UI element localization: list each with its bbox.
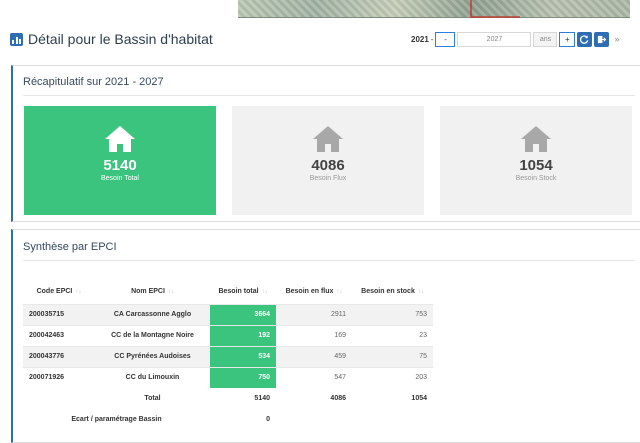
refresh-icon[interactable] xyxy=(577,31,593,47)
decrease-button[interactable]: - xyxy=(435,31,456,47)
kpi-value: 5140 xyxy=(103,157,137,174)
sort-icon: ↑↓ xyxy=(167,289,174,296)
sort-icon: ↑↓ xyxy=(417,289,424,296)
recap-panel: Récapitulatif sur 2021 - 2027 5140 Besoi… xyxy=(11,65,640,222)
year-start: 2021 xyxy=(411,34,429,44)
kpi-card-besoin-flux[interactable]: 4086 Besoin Flux xyxy=(232,106,424,215)
table-row[interactable]: 200042463 CC de la Montagne Noire 192 16… xyxy=(23,324,433,346)
synthese-title: Synthèse par EPCI xyxy=(23,241,117,253)
kpi-label: Besoin Flux xyxy=(309,175,347,182)
column-header-code[interactable]: Code EPCI ↑↓ xyxy=(23,280,95,304)
bar-chart-icon xyxy=(10,32,23,46)
home-icon xyxy=(313,126,343,152)
kpi-value: 4086 xyxy=(311,157,345,174)
sort-icon: ↑↓ xyxy=(75,289,82,296)
page-header: Détail pour le Bassin d'habitat 2021 - -… xyxy=(10,27,636,51)
increase-button[interactable]: + xyxy=(559,31,576,47)
sort-icon: ↑↓ xyxy=(261,289,268,296)
column-header-stock[interactable]: Besoin en stock ↑↓ xyxy=(352,280,433,304)
synthese-panel: Synthèse par EPCI Code EPCI ↑↓ Nom EPCI ↑↓… xyxy=(11,229,640,443)
table-row[interactable]: 200071926 CC du Limouxin 750 547 203 xyxy=(23,366,433,388)
epci-table: Code EPCI ↑↓ Nom EPCI ↑↓ Besoin total ↑↓ Be… xyxy=(23,280,433,430)
home-icon xyxy=(105,126,135,152)
column-header-total[interactable]: Besoin total ↑↓ xyxy=(210,280,276,304)
map-region-outline xyxy=(470,0,520,18)
table-header-row: Code EPCI ↑↓ Nom EPCI ↑↓ Besoin total ↑↓ Be… xyxy=(23,280,433,304)
expand-more-icon[interactable]: » xyxy=(614,34,619,44)
unit-label: ans xyxy=(533,31,558,47)
recap-title: Récapitulatif sur 2021 - 2027 xyxy=(23,76,164,88)
sort-icon: ↑↓ xyxy=(336,289,343,296)
column-header-flux[interactable]: Besoin en flux ↑↓ xyxy=(276,280,352,304)
table-row[interactable]: 200043776 CC Pyrénées Audoises 534 459 7… xyxy=(23,345,433,367)
column-header-nom[interactable]: Nom EPCI ↑↓ xyxy=(95,280,210,304)
year-end-input[interactable]: 2027 xyxy=(457,31,532,47)
kpi-card-besoin-stock[interactable]: 1054 Besoin Stock xyxy=(440,106,632,215)
ecart-row: Ecart / paramétrage Bassin 0 xyxy=(71,416,270,423)
map-strip xyxy=(0,0,640,18)
kpi-card-besoin-total[interactable]: 5140 Besoin Total xyxy=(24,106,216,215)
kpi-value: 1054 xyxy=(519,157,553,174)
total-row: Total 5140 4086 1054 xyxy=(144,395,427,402)
map-preview[interactable] xyxy=(238,0,630,18)
kpi-label: Besoin Stock xyxy=(515,175,557,182)
table-row[interactable]: 200035715 CA Carcassonne Agglo 3664 2911… xyxy=(23,303,433,325)
home-icon xyxy=(521,126,551,152)
kpi-label: Besoin Total xyxy=(100,175,139,182)
period-controls: 2021 - - 2027 ans + » xyxy=(411,31,619,47)
page-title: Détail pour le Bassin d'habitat xyxy=(28,31,213,47)
export-icon[interactable] xyxy=(594,31,610,47)
